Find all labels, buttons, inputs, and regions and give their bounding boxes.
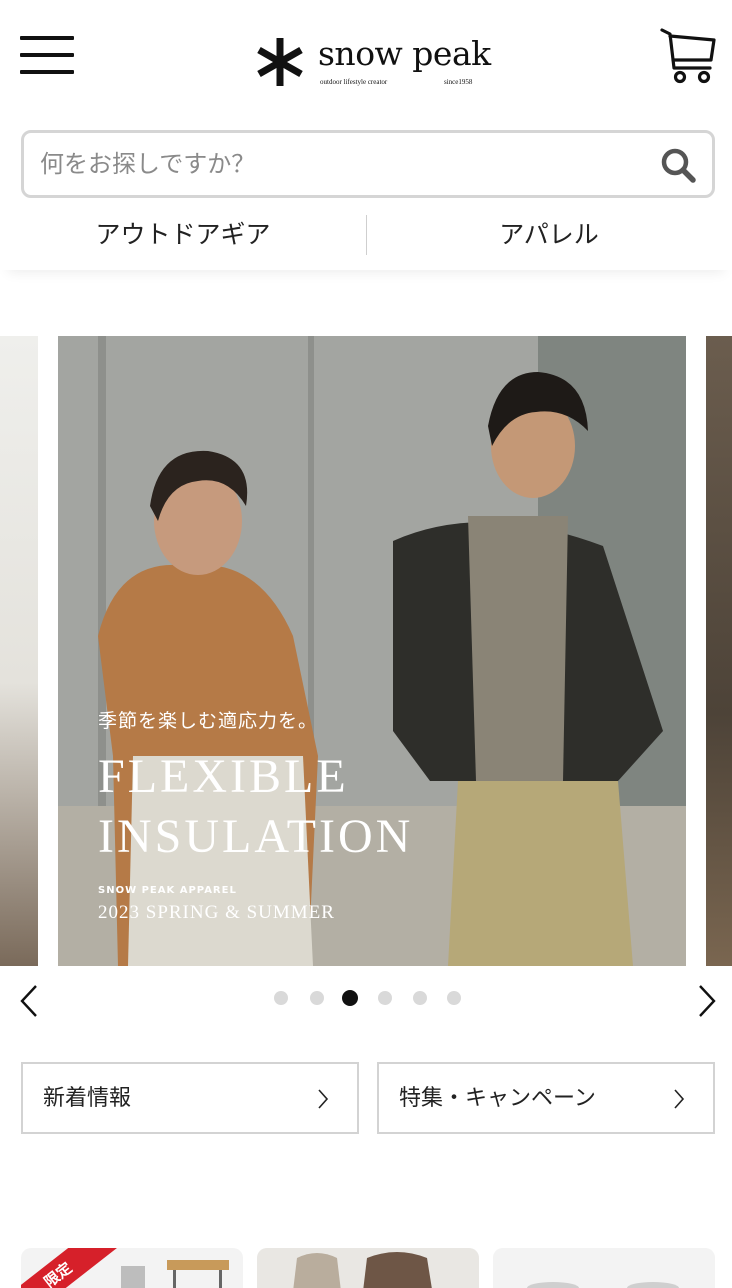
- card-thumbnail: [493, 1248, 715, 1288]
- product-card-2[interactable]: [257, 1248, 479, 1288]
- brand-since: since1958: [444, 78, 473, 86]
- category-nav: アウトドアギア アパレル: [0, 210, 732, 270]
- carousel-dot-3-active[interactable]: [342, 990, 358, 1006]
- card-thumbnail: [257, 1248, 479, 1288]
- cart-icon[interactable]: [658, 26, 718, 86]
- carousel-dot-1[interactable]: [274, 991, 288, 1005]
- slide-title-line-2: INSULATION: [98, 810, 414, 863]
- site-header: snow peak outdoor lifestyle creator sinc…: [0, 0, 732, 120]
- features-campaigns-label: 特集・キャンペーン: [399, 1086, 596, 1111]
- carousel-dot-2[interactable]: [310, 991, 324, 1005]
- carousel-next-arrow-icon[interactable]: [690, 982, 720, 1020]
- slide-caption: 季節を楽しむ適応力を。 FLEXIBLE INSULATION SNOW PEA…: [98, 706, 413, 924]
- features-campaigns-button[interactable]: 特集・キャンペーン: [377, 1062, 715, 1134]
- category-apparel[interactable]: アパレル: [366, 210, 732, 260]
- carousel-dot-6[interactable]: [447, 991, 461, 1005]
- brand-name: snow peak: [318, 34, 491, 73]
- slide-season: 2023 SPRING & SUMMER: [98, 902, 335, 923]
- news-button[interactable]: 新着情報: [21, 1062, 359, 1134]
- hero-carousel[interactable]: 季節を楽しむ適応力を。 FLEXIBLE INSULATION SNOW PEA…: [0, 336, 732, 966]
- hamburger-menu-icon[interactable]: [20, 34, 76, 76]
- slide-brand: SNOW PEAK APPAREL: [98, 885, 237, 896]
- search-input[interactable]: [40, 143, 640, 185]
- brand-tagline: outdoor lifestyle creator: [320, 78, 388, 86]
- slide-title-line-1: FLEXIBLE: [98, 750, 349, 803]
- slide-subtitle: 季節を楽しむ適応力を。: [98, 710, 319, 732]
- category-outdoor-gear[interactable]: アウトドアギア: [0, 210, 366, 260]
- search-box[interactable]: [21, 130, 715, 198]
- chevron-right-icon: [318, 1089, 329, 1109]
- carousel-dot-4[interactable]: [378, 991, 392, 1005]
- chevron-right-icon: [674, 1089, 685, 1109]
- carousel-current-slide[interactable]: 季節を楽しむ適応力を。 FLEXIBLE INSULATION SNOW PEA…: [58, 336, 686, 966]
- carousel-prev-arrow-icon[interactable]: [16, 982, 46, 1020]
- carousel-next-slide-peek[interactable]: [706, 336, 732, 966]
- carousel-previous-slide-peek[interactable]: [0, 336, 38, 966]
- card-thumbnail: [121, 1260, 229, 1288]
- product-card-3[interactable]: [493, 1248, 715, 1288]
- carousel-dot-5[interactable]: [413, 991, 427, 1005]
- search-icon[interactable]: [658, 145, 698, 185]
- news-label: 新着情報: [43, 1086, 132, 1111]
- product-card-1[interactable]: 限定: [21, 1248, 243, 1288]
- snow-peak-logo[interactable]: snow peak outdoor lifestyle creator sinc…: [254, 28, 491, 88]
- snowflake-logo-icon: [257, 38, 303, 86]
